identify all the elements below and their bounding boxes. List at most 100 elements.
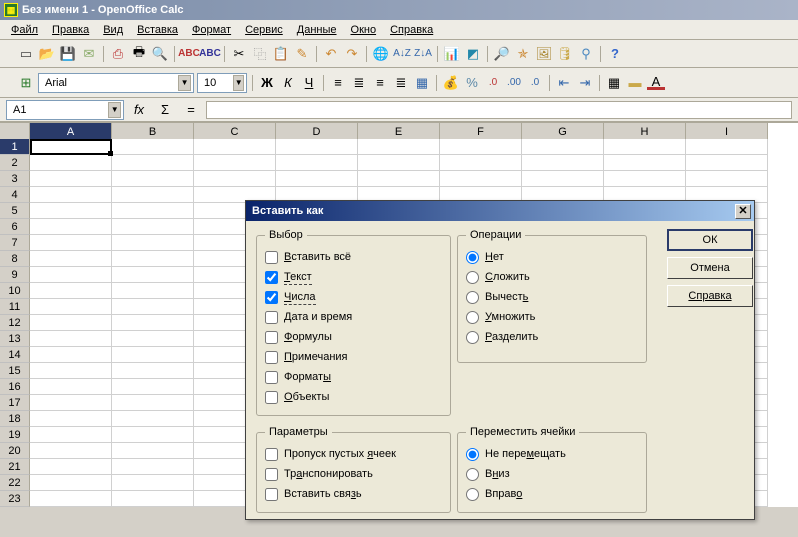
chart-icon[interactable]: 📊 (443, 45, 461, 63)
cell[interactable] (30, 267, 112, 283)
rad-shift-right[interactable]: Вправо (466, 484, 638, 504)
align-justify-icon[interactable]: ≣ (392, 74, 410, 92)
rad-op-add[interactable]: Сложить (466, 267, 638, 287)
row-header[interactable]: 10 (0, 283, 30, 299)
chk-formats[interactable]: Форматы (265, 367, 442, 387)
font-size-input[interactable] (202, 76, 233, 90)
row-header[interactable]: 19 (0, 427, 30, 443)
paste-icon[interactable]: 📋 (272, 45, 290, 63)
pdf-icon[interactable]: ⎙ (109, 45, 127, 63)
row-header[interactable]: 20 (0, 443, 30, 459)
rad-shift-none[interactable]: Не перемещать (466, 444, 638, 464)
cell[interactable] (30, 443, 112, 459)
menu-window[interactable]: Окно (344, 22, 384, 38)
styles-icon[interactable]: ⊞ (17, 74, 35, 92)
row-header[interactable]: 17 (0, 395, 30, 411)
menu-insert[interactable]: Вставка (130, 22, 185, 38)
cell[interactable] (194, 171, 276, 187)
cell[interactable] (358, 155, 440, 171)
cell[interactable] (112, 187, 194, 203)
cell[interactable] (112, 315, 194, 331)
cell[interactable] (112, 411, 194, 427)
cell[interactable] (30, 235, 112, 251)
font-size-combo[interactable]: ▼ (197, 73, 247, 93)
cell[interactable] (112, 395, 194, 411)
undo-icon[interactable]: ↶ (322, 45, 340, 63)
row-header[interactable]: 13 (0, 331, 30, 347)
sort-desc-icon[interactable]: Z↓A (414, 45, 432, 63)
italic-icon[interactable]: К (279, 74, 297, 92)
cell[interactable] (358, 171, 440, 187)
zoom-icon[interactable]: ⚲ (577, 45, 595, 63)
row-header[interactable]: 11 (0, 299, 30, 315)
cell[interactable] (30, 171, 112, 187)
cell[interactable] (30, 411, 112, 427)
redo-icon[interactable]: ↷ (343, 45, 361, 63)
chk-numbers[interactable]: Числа (265, 287, 442, 307)
row-header[interactable]: 2 (0, 155, 30, 171)
rad-op-mul[interactable]: Умножить (466, 307, 638, 327)
cell[interactable] (112, 235, 194, 251)
cell[interactable] (440, 139, 522, 155)
cell-ref-input[interactable] (11, 103, 108, 117)
cell[interactable] (194, 139, 276, 155)
cell[interactable] (686, 139, 768, 155)
chk-link[interactable]: Вставить связь (265, 484, 442, 504)
chk-formulas[interactable]: Формулы (265, 327, 442, 347)
row-header[interactable]: 5 (0, 203, 30, 219)
help-button[interactable]: Справка (667, 285, 753, 307)
cell[interactable] (112, 491, 194, 507)
menu-data[interactable]: Данные (290, 22, 344, 38)
cell[interactable] (112, 443, 194, 459)
formula-input[interactable] (206, 101, 792, 119)
number-icon[interactable]: .0 (484, 74, 502, 92)
show-draw-icon[interactable]: ◩ (464, 45, 482, 63)
cell[interactable] (604, 155, 686, 171)
font-name-combo[interactable]: ▼ (38, 73, 194, 93)
menu-file[interactable]: Файл (4, 22, 45, 38)
cell[interactable] (112, 363, 194, 379)
rad-op-div[interactable]: Разделить (466, 327, 638, 347)
cell[interactable] (30, 187, 112, 203)
email-icon[interactable]: ✉ (80, 45, 98, 63)
row-header[interactable]: 16 (0, 379, 30, 395)
align-center-icon[interactable]: ≣ (350, 74, 368, 92)
row-header[interactable]: 7 (0, 235, 30, 251)
bold-icon[interactable]: Ж (258, 74, 276, 92)
cell[interactable] (30, 315, 112, 331)
row-header[interactable]: 15 (0, 363, 30, 379)
percent-icon[interactable]: % (463, 74, 481, 92)
dropdown-icon[interactable]: ▼ (108, 102, 121, 118)
cell[interactable] (194, 155, 276, 171)
rad-shift-down[interactable]: Вниз (466, 464, 638, 484)
cell-ref-combo[interactable]: ▼ (6, 100, 124, 120)
cell[interactable] (112, 379, 194, 395)
indent-inc-icon[interactable]: ⇥ (576, 74, 594, 92)
navigator-icon[interactable]: ✯ (514, 45, 532, 63)
cell[interactable] (30, 459, 112, 475)
preview-icon[interactable]: 🔍 (151, 45, 169, 63)
cell[interactable] (30, 395, 112, 411)
cell[interactable] (30, 139, 112, 155)
chk-datetime[interactable]: Дата и время (265, 307, 442, 327)
cancel-button[interactable]: Отмена (667, 257, 753, 279)
new-icon[interactable]: ▭ (17, 45, 35, 63)
cell[interactable] (522, 139, 604, 155)
cell[interactable] (276, 139, 358, 155)
row-header[interactable]: 14 (0, 347, 30, 363)
find-icon[interactable]: 🔎 (493, 45, 511, 63)
cell[interactable] (30, 283, 112, 299)
cell[interactable] (30, 251, 112, 267)
rad-op-sub[interactable]: Вычесть (466, 287, 638, 307)
currency-icon[interactable]: 💰 (442, 74, 460, 92)
help-icon[interactable]: ? (606, 45, 624, 63)
cell[interactable] (30, 331, 112, 347)
row-header[interactable]: 9 (0, 267, 30, 283)
align-left-icon[interactable]: ≡ (329, 74, 347, 92)
cell[interactable] (112, 267, 194, 283)
save-icon[interactable]: 💾 (59, 45, 77, 63)
cell[interactable] (112, 427, 194, 443)
hyperlink-icon[interactable]: 🌐 (372, 45, 390, 63)
rad-op-none[interactable]: Нет (466, 247, 638, 267)
cell[interactable] (686, 171, 768, 187)
